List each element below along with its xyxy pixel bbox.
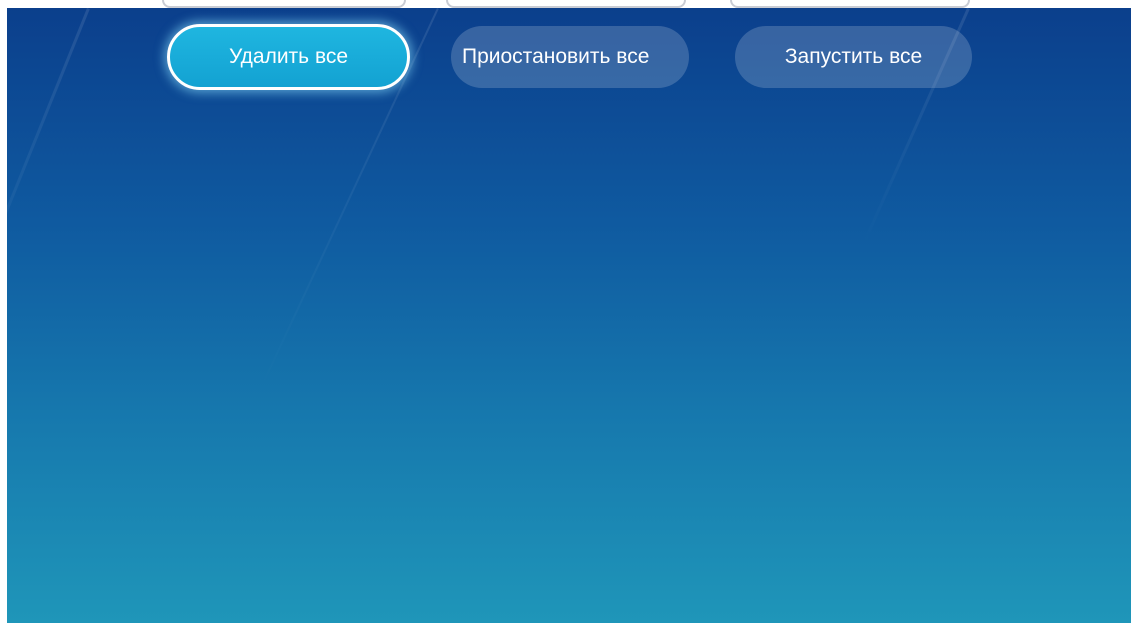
ghost-outline	[162, 0, 406, 8]
start-all-button[interactable]: Запустить все	[735, 26, 972, 88]
pause-all-button[interactable]: Приостановить все	[451, 26, 689, 88]
ghost-outline	[446, 0, 686, 8]
ghost-outline	[730, 0, 970, 8]
pause-all-label: Приостановить все	[462, 45, 650, 68]
start-all-label: Запустить все	[784, 45, 923, 68]
delete-all-button[interactable]: Удалить все	[167, 24, 410, 90]
action-bar: Удалить все Приостановить все Запустить …	[7, 8, 1131, 108]
top-strip	[0, 0, 1131, 8]
delete-all-label: Удалить все	[228, 45, 349, 68]
tv-screen: Удалить все Приостановить все Запустить …	[7, 8, 1131, 623]
